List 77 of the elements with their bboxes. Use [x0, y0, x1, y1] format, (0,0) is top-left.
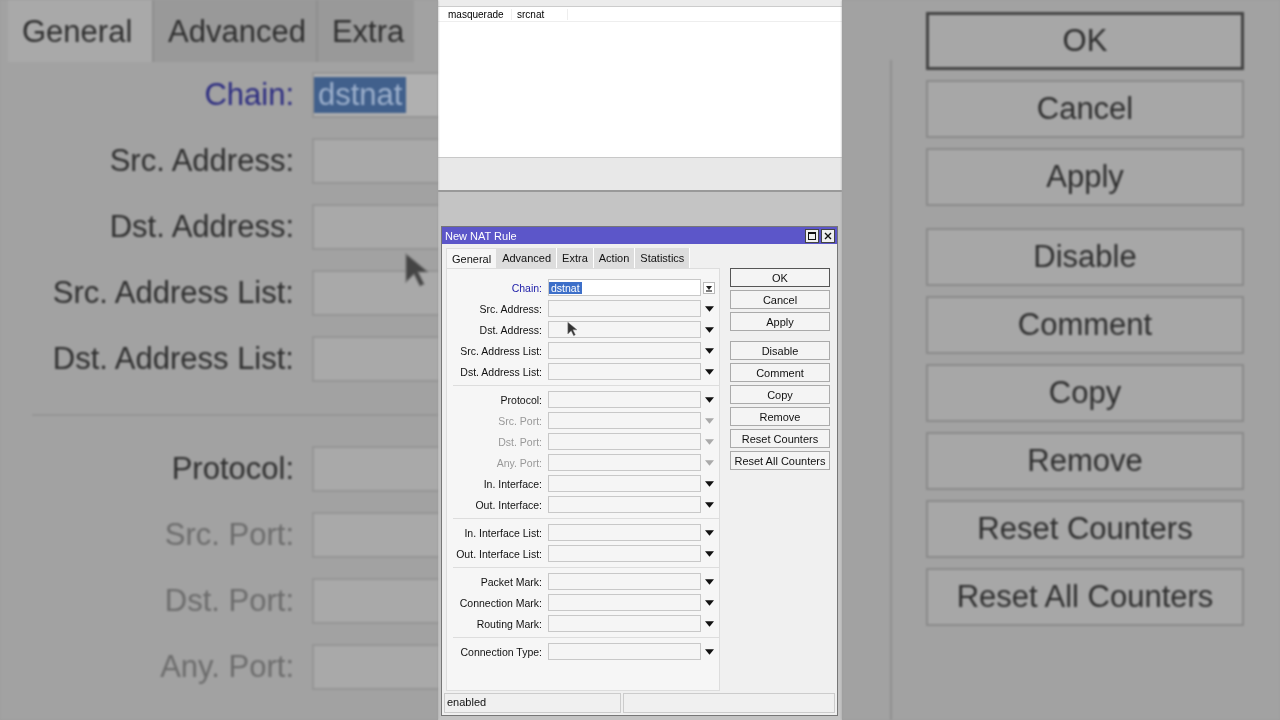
dropdown-field[interactable]: [548, 391, 701, 408]
dropdown-icon[interactable]: [705, 578, 714, 585]
field-label: Connection Type:: [459, 645, 543, 658]
field-value: dstnat: [549, 281, 582, 294]
dialog-button[interactable]: Cancel: [730, 290, 830, 309]
dropdown-icon[interactable]: [705, 305, 714, 312]
dropdown-icon[interactable]: [705, 368, 714, 375]
field-value: dstnat: [314, 77, 407, 113]
field-label: In. Interface List:: [463, 526, 543, 539]
field-label: Dst. Address List:: [459, 365, 543, 378]
window-title: New NAT Rule: [445, 229, 518, 242]
field-label: Packet Mark:: [479, 575, 543, 588]
dropdown-icon[interactable]: [705, 620, 714, 627]
dropdown-field[interactable]: dstnat: [548, 279, 701, 296]
dropdown-field[interactable]: [548, 454, 701, 471]
dropdown-field[interactable]: [548, 643, 701, 660]
field-label: Src. Address List:: [459, 344, 543, 357]
tab[interactable]: Action: [593, 248, 636, 268]
field-label: Out. Interface:: [474, 498, 543, 511]
field-label: Out. Interface List:: [455, 547, 543, 560]
dropdown-field[interactable]: [548, 615, 701, 632]
dialog-button[interactable]: Remove: [730, 407, 830, 426]
dropdown-field[interactable]: [548, 594, 701, 611]
dropdown-field[interactable]: [548, 412, 701, 429]
dropdown-icon[interactable]: [705, 599, 714, 606]
field-label: Src. Address:: [478, 302, 543, 315]
dialog-button[interactable]: Copy: [730, 385, 830, 404]
field-label: Src. Address List:: [51, 275, 295, 311]
field-label: Protocol:: [499, 393, 543, 406]
field-label: Dst. Address List:: [51, 341, 295, 377]
field-label: Routing Mark:: [475, 617, 543, 630]
dropdown-icon[interactable]: [705, 480, 714, 487]
dropdown-icon[interactable]: [705, 347, 714, 354]
dropdown-icon[interactable]: [703, 281, 715, 294]
dropdown-icon[interactable]: [705, 396, 714, 403]
dropdown-field[interactable]: [548, 300, 701, 317]
dropdown-field[interactable]: [548, 363, 701, 380]
field-label: Src. Port:: [497, 414, 543, 427]
status-text: enabled: [444, 693, 622, 713]
dropdown-field[interactable]: [548, 321, 701, 338]
dropdown-icon[interactable]: [705, 501, 714, 508]
dialog-button[interactable]: Comment: [730, 363, 830, 382]
field-label: Connection Mark:: [458, 596, 543, 609]
dialog-button[interactable]: Apply: [730, 312, 830, 331]
field-label: Protocol:: [170, 451, 295, 487]
cursor-icon: [567, 321, 577, 337]
tab[interactable]: General: [446, 248, 498, 268]
table-cell: srcnat: [512, 8, 568, 20]
field-label: Chain:: [510, 281, 543, 294]
dropdown-icon[interactable]: [705, 326, 714, 333]
dialog-button[interactable]: OK: [730, 268, 830, 287]
field-label: Src. Address:: [108, 143, 295, 179]
field-label: Chain:: [203, 77, 295, 113]
dropdown-field[interactable]: [548, 545, 701, 562]
table-cell: masquerade: [438, 8, 512, 20]
dropdown-field[interactable]: [548, 573, 701, 590]
dropdown-icon[interactable]: [705, 648, 714, 655]
field-label: Dst. Address:: [478, 323, 543, 336]
dropdown-field[interactable]: [548, 433, 701, 450]
dialog-button[interactable]: Reset Counters: [730, 429, 830, 448]
dialog-button[interactable]: Disable: [730, 341, 830, 360]
dropdown-field[interactable]: [548, 475, 701, 492]
dropdown-icon[interactable]: [705, 550, 714, 557]
tab[interactable]: Extra: [557, 248, 594, 268]
dropdown-field[interactable]: [548, 524, 701, 541]
dropdown-icon[interactable]: [705, 529, 714, 536]
field-label: In. Interface:: [482, 477, 543, 490]
field-label: Dst. Port:: [497, 435, 543, 448]
close-icon[interactable]: [821, 228, 835, 243]
dropdown-field[interactable]: [548, 342, 701, 359]
tab[interactable]: Statistics: [635, 248, 691, 268]
field-label: Any. Port:: [495, 456, 543, 469]
field-label: Dst. Address:: [108, 209, 295, 245]
tab[interactable]: Advanced: [497, 248, 558, 268]
dialog-button[interactable]: Reset All Counters: [730, 451, 830, 470]
maximize-icon[interactable]: [805, 228, 819, 243]
dropdown-field[interactable]: [548, 496, 701, 513]
